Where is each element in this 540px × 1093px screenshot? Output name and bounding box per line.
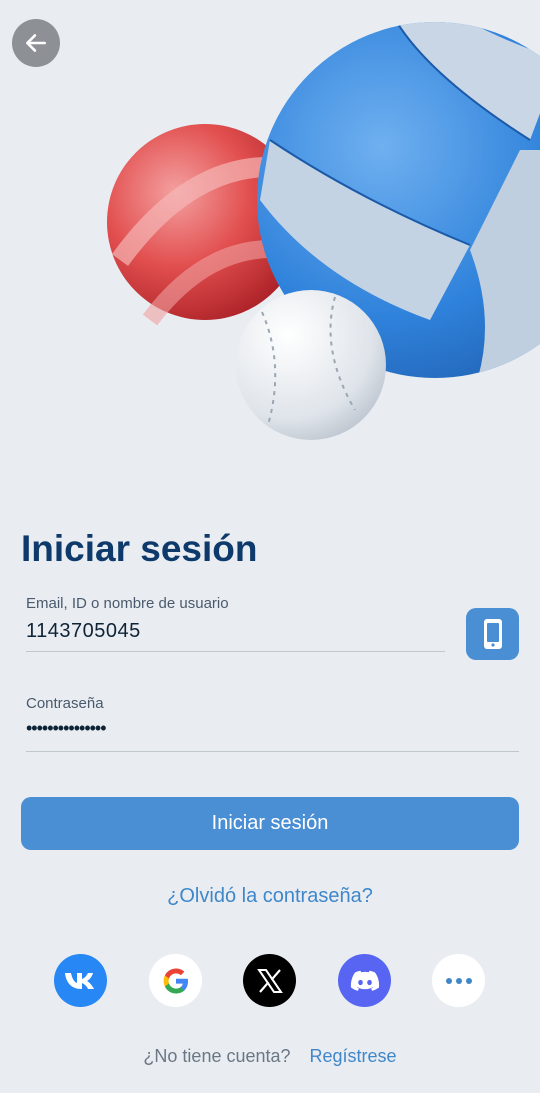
signup-row: ¿No tiene cuenta? Regístrese bbox=[0, 1046, 540, 1067]
login-button[interactable]: Iniciar sesión bbox=[21, 797, 519, 850]
register-link[interactable]: Regístrese bbox=[310, 1046, 397, 1066]
discord-login-button[interactable] bbox=[338, 954, 391, 1007]
password-underline bbox=[26, 751, 519, 752]
username-underline bbox=[26, 651, 445, 652]
username-label: Email, ID o nombre de usuario bbox=[26, 595, 229, 612]
google-login-button[interactable] bbox=[149, 954, 202, 1007]
more-options-button[interactable] bbox=[432, 954, 485, 1007]
google-icon bbox=[163, 968, 188, 993]
vk-login-button[interactable] bbox=[54, 954, 107, 1007]
x-icon bbox=[256, 968, 283, 993]
more-icon bbox=[445, 977, 472, 984]
vk-icon bbox=[64, 972, 94, 989]
x-login-button[interactable] bbox=[243, 954, 296, 1007]
smartphone-icon bbox=[483, 619, 502, 649]
sports-balls-illustration bbox=[107, 22, 540, 440]
arrow-left-icon bbox=[26, 34, 46, 52]
forgot-password-link[interactable]: ¿Olvidó la contraseña? bbox=[0, 885, 540, 908]
password-label: Contraseña bbox=[26, 695, 104, 712]
back-button[interactable] bbox=[12, 19, 60, 67]
no-account-text: ¿No tiene cuenta? bbox=[143, 1046, 291, 1066]
phone-login-button[interactable] bbox=[466, 608, 519, 660]
username-input[interactable]: 1143705045 bbox=[26, 620, 141, 643]
page-title: Iniciar sesión bbox=[21, 528, 258, 569]
password-input[interactable]: ••••••••••••••• bbox=[26, 718, 107, 739]
discord-icon bbox=[350, 970, 379, 991]
